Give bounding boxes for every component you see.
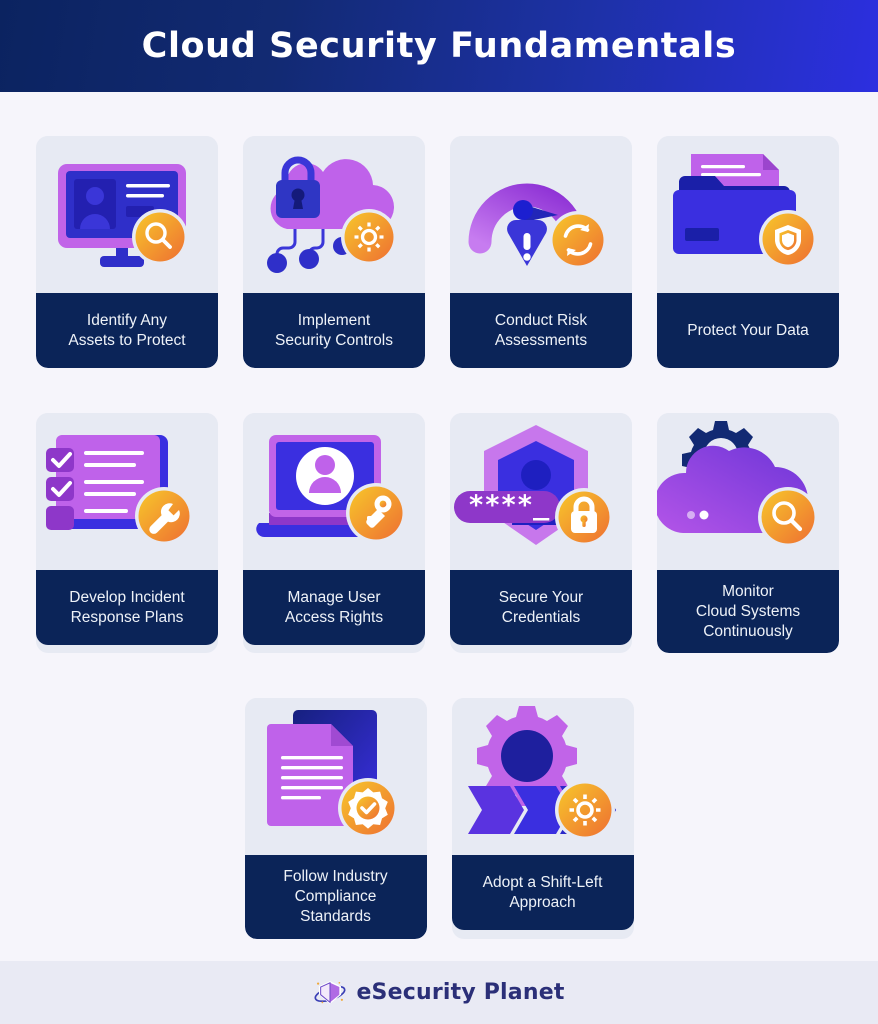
- card-label: Adopt a Shift-Left Approach: [451, 855, 634, 931]
- card-art: [244, 698, 427, 856]
- card-label: Follow Industry Compliance Standards: [244, 855, 427, 939]
- card-monitor-cloud-systems-continuously[interactable]: Monitor Cloud Systems Continuously: [657, 413, 839, 654]
- card-conduct-risk-assessments[interactable]: Conduct Risk Assessments: [450, 136, 632, 368]
- card-identify-assets[interactable]: Identify Any Assets to Protect: [36, 136, 218, 368]
- cloud-lock-icon: [243, 136, 425, 293]
- cards-grid: Identify Any Assets to Protect Implement…: [0, 92, 878, 961]
- cards-row-2: Develop Incident Response Plans Manage U…: [36, 413, 842, 654]
- cards-row-1: Identify Any Assets to Protect Implement…: [36, 136, 842, 368]
- hexagon-shield-password-icon: ****_: [450, 413, 632, 570]
- card-art: [36, 413, 218, 570]
- infographic-page: Cloud Security Fundamentals Identify Any…: [0, 0, 878, 1024]
- card-secure-your-credentials[interactable]: ****_ Secure Your Credentials: [450, 413, 632, 654]
- footer-brand-name: eSecurity Planet: [356, 980, 565, 1005]
- card-art: ****_: [450, 413, 632, 570]
- header-banner: Cloud Security Fundamentals: [0, 0, 878, 92]
- card-protect-your-data[interactable]: Protect Your Data: [657, 136, 839, 368]
- cloud-gear-icon: [657, 413, 839, 570]
- monitor-user-icon: [36, 136, 218, 293]
- card-label: Monitor Cloud Systems Continuously: [657, 570, 839, 654]
- documents-icon: [245, 698, 427, 855]
- card-art: [657, 413, 839, 570]
- shield-planet-logo: [313, 976, 347, 1010]
- card-art: [36, 136, 218, 293]
- card-art: [450, 136, 632, 293]
- card-label: Manage User Access Rights: [243, 570, 425, 645]
- card-implement-security-controls[interactable]: Implement Security Controls: [243, 136, 425, 368]
- card-label: Secure Your Credentials: [450, 570, 632, 645]
- card-label: Implement Security Controls: [243, 293, 425, 368]
- gear-chevrons-icon: [452, 698, 634, 855]
- checklist-icon: [36, 413, 218, 570]
- card-manage-user-access-rights[interactable]: Manage User Access Rights: [243, 413, 425, 654]
- card-art: [243, 136, 425, 293]
- card-art: [451, 698, 634, 856]
- card-adopt-a-shift-left-approach[interactable]: Adopt a Shift-Left Approach: [451, 698, 634, 939]
- card-develop-incident-response-plans[interactable]: Develop Incident Response Plans: [36, 413, 218, 654]
- laptop-user-icon: [243, 413, 425, 570]
- card-follow-industry-compliance-standards[interactable]: Follow Industry Compliance Standards: [244, 698, 427, 939]
- gauge-warning-icon: [450, 136, 632, 293]
- card-art: [657, 136, 839, 293]
- cards-row-3: Follow Industry Compliance Standards Ado…: [36, 698, 842, 939]
- card-label: Protect Your Data: [657, 293, 839, 368]
- password-mask-text: ****_: [468, 490, 550, 521]
- card-label: Develop Incident Response Plans: [36, 570, 218, 645]
- page-title: Cloud Security Fundamentals: [141, 26, 737, 66]
- card-art: [243, 413, 425, 570]
- card-label: Conduct Risk Assessments: [450, 293, 632, 368]
- footer-bar: eSecurity Planet: [0, 961, 878, 1024]
- folder-document-icon: [657, 136, 839, 293]
- card-label: Identify Any Assets to Protect: [36, 293, 218, 368]
